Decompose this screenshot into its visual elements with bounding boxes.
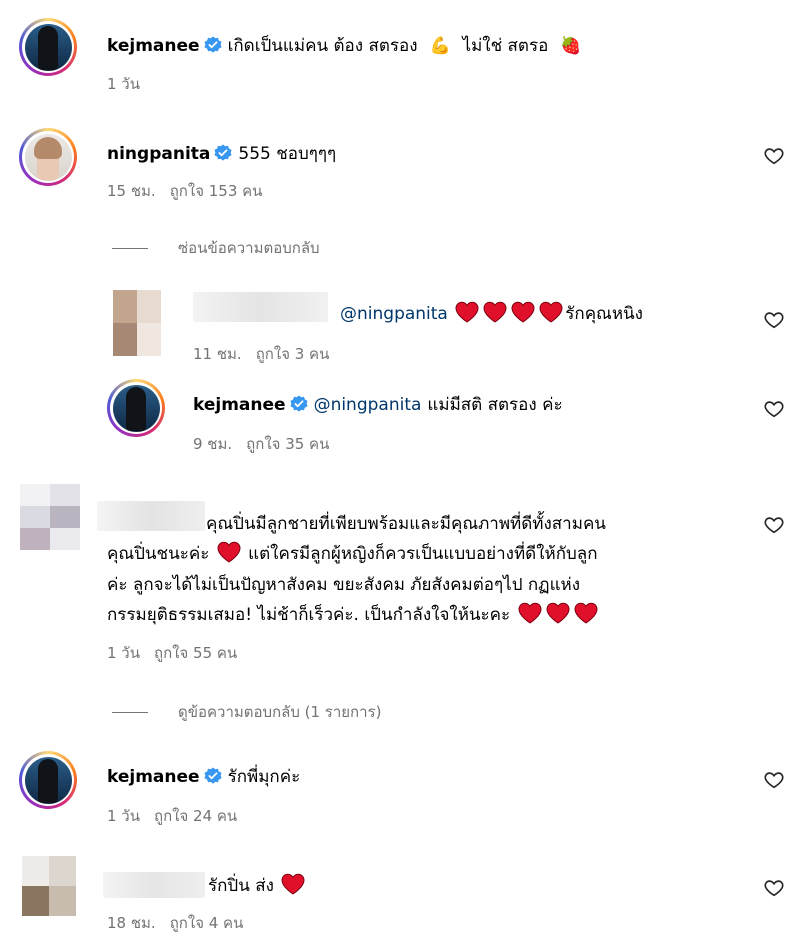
red-heart-icon: [546, 602, 570, 624]
blurred-username: [103, 872, 205, 898]
avatar-anonymized[interactable]: [20, 484, 80, 550]
hide-replies-toggle[interactable]: ซ่อนข้อความตอบกลับ: [112, 236, 320, 260]
verified-icon: [204, 36, 222, 53]
comment-time: 1 วัน: [107, 75, 140, 93]
username-kejmanee[interactable]: kejmanee: [107, 767, 200, 787]
red-heart-icon: [455, 301, 479, 323]
like-heart-icon[interactable]: [763, 398, 785, 420]
mention-link[interactable]: @ningpanita: [340, 304, 448, 324]
comment-row: ningpanita 555 ชอบๆๆๆ: [107, 140, 336, 167]
muscle-emoji: 💪: [429, 36, 451, 56]
comment-line-2b: แต่ใครมีลูกผู้หญิงก็ควรเป็นแบบอย่างที่ดี…: [248, 544, 598, 564]
username-kejmanee[interactable]: kejmanee: [107, 36, 200, 56]
reply-time: 9 ชม.: [193, 435, 233, 453]
divider-line: [112, 247, 148, 249]
comment-row: kejmanee รักพี่มุกค่ะ: [107, 763, 300, 790]
verified-icon: [290, 395, 308, 412]
comment-time: 18 ชม.: [107, 914, 156, 932]
avatar-anonymized[interactable]: [113, 290, 161, 356]
like-heart-icon[interactable]: [763, 769, 785, 791]
blurred-username: [193, 292, 328, 322]
comment-meta: 15 ชม. ถูกใจ 153 คน: [107, 179, 262, 203]
reply-time: 11 ชม.: [193, 345, 242, 363]
mention-link[interactable]: @ningpanita: [314, 395, 422, 415]
comment-meta: 1 วัน ถูกใจ 55 คน: [107, 641, 237, 665]
hide-replies-label[interactable]: ซ่อนข้อความตอบกลับ: [178, 236, 320, 260]
username-kejmanee[interactable]: kejmanee: [193, 395, 286, 415]
like-heart-icon[interactable]: [763, 309, 785, 331]
red-heart-icon: [217, 541, 241, 563]
reply-body: รักคุณหนิง: [565, 304, 643, 324]
avatar-kejmanee[interactable]: [107, 379, 165, 437]
like-count[interactable]: ถูกใจ 24 คน: [154, 807, 237, 825]
like-count[interactable]: ถูกใจ 3 คน: [256, 345, 330, 363]
reply-row: kejmanee @ningpanita แม่มีสติ สตรอง ค่ะ: [193, 391, 563, 418]
reply-text: @ningpanita รักคุณหนิง: [340, 300, 643, 327]
like-count[interactable]: ถูกใจ 153 คน: [170, 182, 263, 200]
comment-text-line: รักปิ่น ส่ง: [208, 872, 307, 899]
verified-icon: [214, 144, 232, 161]
like-heart-icon[interactable]: [763, 514, 785, 536]
comment-text-line: คุณปิ่นชนะค่ะ แต่ใครมีลูกผู้หญิงก็ควรเป็…: [107, 540, 598, 567]
comment-text: รักพี่มุกค่ะ: [227, 767, 301, 787]
comment-text-2: ไม่ใช่ สตรอ: [462, 36, 549, 56]
red-heart-icon: [539, 301, 563, 323]
comment-meta: 1 วัน ถูกใจ 24 คน: [107, 804, 237, 828]
comment-line-1: คุณปิ่นมีลูกชายที่เพียบพร้อมและมีคุณภาพท…: [206, 514, 606, 534]
comment-time: 1 วัน: [107, 807, 140, 825]
like-count[interactable]: ถูกใจ 4 คน: [170, 914, 244, 932]
verified-icon: [204, 767, 222, 784]
comment-text: 555 ชอบๆๆๆ: [238, 144, 337, 164]
like-heart-icon[interactable]: [763, 145, 785, 167]
strawberry-emoji: 🍓: [560, 36, 582, 56]
view-replies-toggle[interactable]: ดูข้อความตอบกลับ (1 รายการ): [112, 700, 381, 724]
red-heart-icon: [483, 301, 507, 323]
avatar-kejmanee[interactable]: [19, 751, 77, 809]
comment-time: 15 ชม.: [107, 182, 156, 200]
comment-time: 1 วัน: [107, 644, 140, 662]
reply-meta: 11 ชม. ถูกใจ 3 คน: [193, 342, 329, 366]
red-heart-icon: [281, 873, 305, 895]
comment-line-3: ค่ะ ลูกจะได้ไม่เป็นปัญหาสังคม ขยะสังคม ภ…: [107, 575, 581, 595]
comment-line-2: คุณปิ่นชนะค่ะ: [107, 544, 210, 564]
view-replies-label[interactable]: ดูข้อความตอบกลับ (1 รายการ): [178, 700, 381, 724]
like-count[interactable]: ถูกใจ 55 คน: [154, 644, 237, 662]
avatar-kejmanee[interactable]: [19, 18, 77, 76]
like-count[interactable]: ถูกใจ 35 คน: [246, 435, 329, 453]
comment-text: เกิดเป็นแม่คน ต้อง สตรอง: [227, 36, 418, 56]
like-heart-icon[interactable]: [763, 877, 785, 899]
avatar-ningpanita[interactable]: [19, 128, 77, 186]
comment-row: kejmanee เกิดเป็นแม่คน ต้อง สตรอง 💪 ไม่ใช…: [107, 32, 581, 59]
comment-text-line: คุณปิ่นมีลูกชายที่เพียบพร้อมและมีคุณภาพท…: [206, 510, 606, 537]
reply-body: แม่มีสติ สตรอง ค่ะ: [427, 395, 563, 415]
username-ningpanita[interactable]: ningpanita: [107, 144, 210, 164]
red-heart-icon: [574, 602, 598, 624]
comment-line-4: กรรมยุติธรรมเสมอ! ไม่ช้าก็เร็วค่ะ. เป็นก…: [107, 605, 511, 625]
blurred-username: [97, 501, 205, 531]
avatar-anonymized[interactable]: [22, 856, 76, 916]
red-heart-icon: [511, 301, 535, 323]
comment-meta: 1 วัน: [107, 72, 140, 96]
comment-meta: 18 ชม. ถูกใจ 4 คน: [107, 911, 243, 935]
comment-text-line: กรรมยุติธรรมเสมอ! ไม่ช้าก็เร็วค่ะ. เป็นก…: [107, 601, 600, 628]
comment-text-line: ค่ะ ลูกจะได้ไม่เป็นปัญหาสังคม ขยะสังคม ภ…: [107, 571, 580, 598]
comment-text: รักปิ่น ส่ง: [208, 876, 274, 896]
red-heart-icon: [518, 602, 542, 624]
reply-meta: 9 ชม. ถูกใจ 35 คน: [193, 432, 329, 456]
divider-line: [112, 711, 148, 713]
